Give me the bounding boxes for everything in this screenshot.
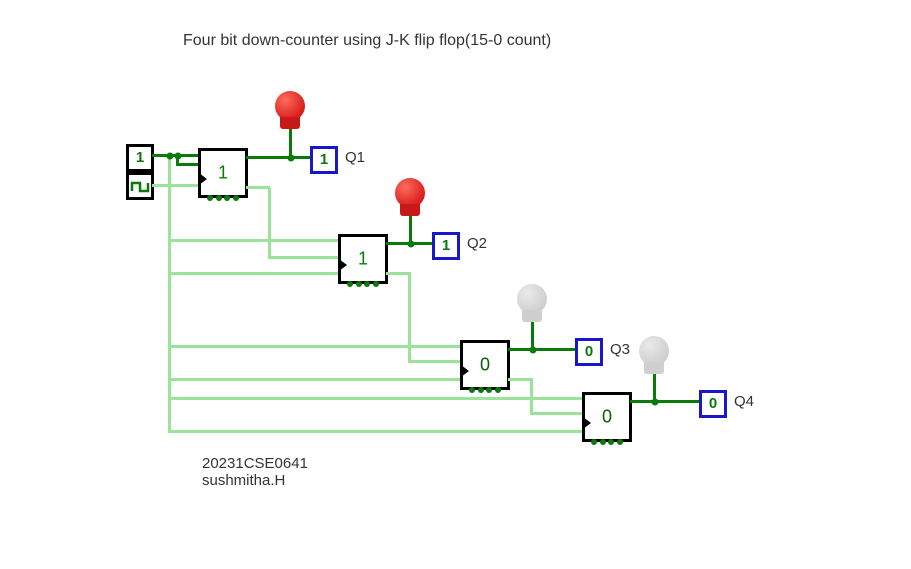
- clock-icon: [129, 175, 151, 197]
- clock-triangle-icon: [339, 259, 347, 271]
- wire: [168, 430, 582, 433]
- wire: [168, 156, 171, 431]
- credit-name: sushmitha.H: [202, 472, 285, 490]
- jk-flipflop-4[interactable]: 0: [582, 392, 632, 442]
- wire-node: [652, 399, 659, 406]
- clock-triangle-icon: [583, 417, 591, 429]
- led-q1: [275, 91, 305, 129]
- output-pin-q1[interactable]: 1: [310, 146, 338, 174]
- output-pin-q4[interactable]: 0: [699, 390, 727, 418]
- label-q4: Q4: [734, 393, 754, 410]
- wire: [152, 184, 198, 187]
- credit-roll: 20231CSE0641: [202, 455, 308, 473]
- clock-triangle-icon: [461, 365, 469, 377]
- wire: [408, 272, 411, 362]
- wire: [408, 360, 460, 363]
- wire: [530, 378, 533, 414]
- wire: [530, 412, 582, 415]
- wire-node: [408, 241, 415, 248]
- wire: [386, 272, 410, 275]
- jk-flipflop-2[interactable]: 1: [338, 234, 388, 284]
- wire: [268, 188, 271, 258]
- clock-triangle-icon: [199, 173, 207, 185]
- label-q2: Q2: [467, 235, 487, 252]
- jk-flipflop-1[interactable]: 1: [198, 148, 248, 198]
- wire: [508, 348, 575, 351]
- ff-preset-clear-dots: [207, 195, 239, 201]
- ff3-value: 0: [480, 355, 490, 376]
- input-constant-high[interactable]: 1: [126, 144, 154, 172]
- wire: [168, 397, 582, 400]
- wire: [168, 272, 338, 275]
- clock-input[interactable]: [126, 172, 154, 200]
- led-q2: [395, 178, 425, 216]
- label-q3: Q3: [610, 341, 630, 358]
- wire-node: [288, 155, 295, 162]
- jk-flipflop-3[interactable]: 0: [460, 340, 510, 390]
- ff-preset-clear-dots: [591, 439, 623, 445]
- output-pin-q2[interactable]: 1: [432, 232, 460, 260]
- wire: [176, 163, 198, 166]
- wire: [246, 186, 270, 189]
- wire: [168, 239, 338, 242]
- wire: [508, 378, 532, 381]
- wire: [168, 345, 460, 348]
- led-q3: [517, 284, 547, 322]
- ff-preset-clear-dots: [347, 281, 379, 287]
- ff2-value: 1: [358, 249, 368, 270]
- wire: [289, 129, 292, 157]
- label-q1: Q1: [345, 149, 365, 166]
- wire: [630, 400, 699, 403]
- wire-node: [175, 153, 182, 160]
- wire: [246, 156, 310, 159]
- circuit-canvas: Four bit down-counter using J-K flip flo…: [0, 0, 911, 569]
- wire-node: [167, 153, 174, 160]
- ff4-value: 0: [602, 407, 612, 428]
- ff-preset-clear-dots: [469, 387, 501, 393]
- wire-node: [530, 347, 537, 354]
- wire: [268, 256, 338, 259]
- led-q4: [639, 336, 669, 374]
- wire: [168, 378, 460, 381]
- output-pin-q3[interactable]: 0: [575, 338, 603, 366]
- diagram-title: Four bit down-counter using J-K flip flo…: [183, 32, 551, 50]
- ff1-value: 1: [218, 163, 228, 184]
